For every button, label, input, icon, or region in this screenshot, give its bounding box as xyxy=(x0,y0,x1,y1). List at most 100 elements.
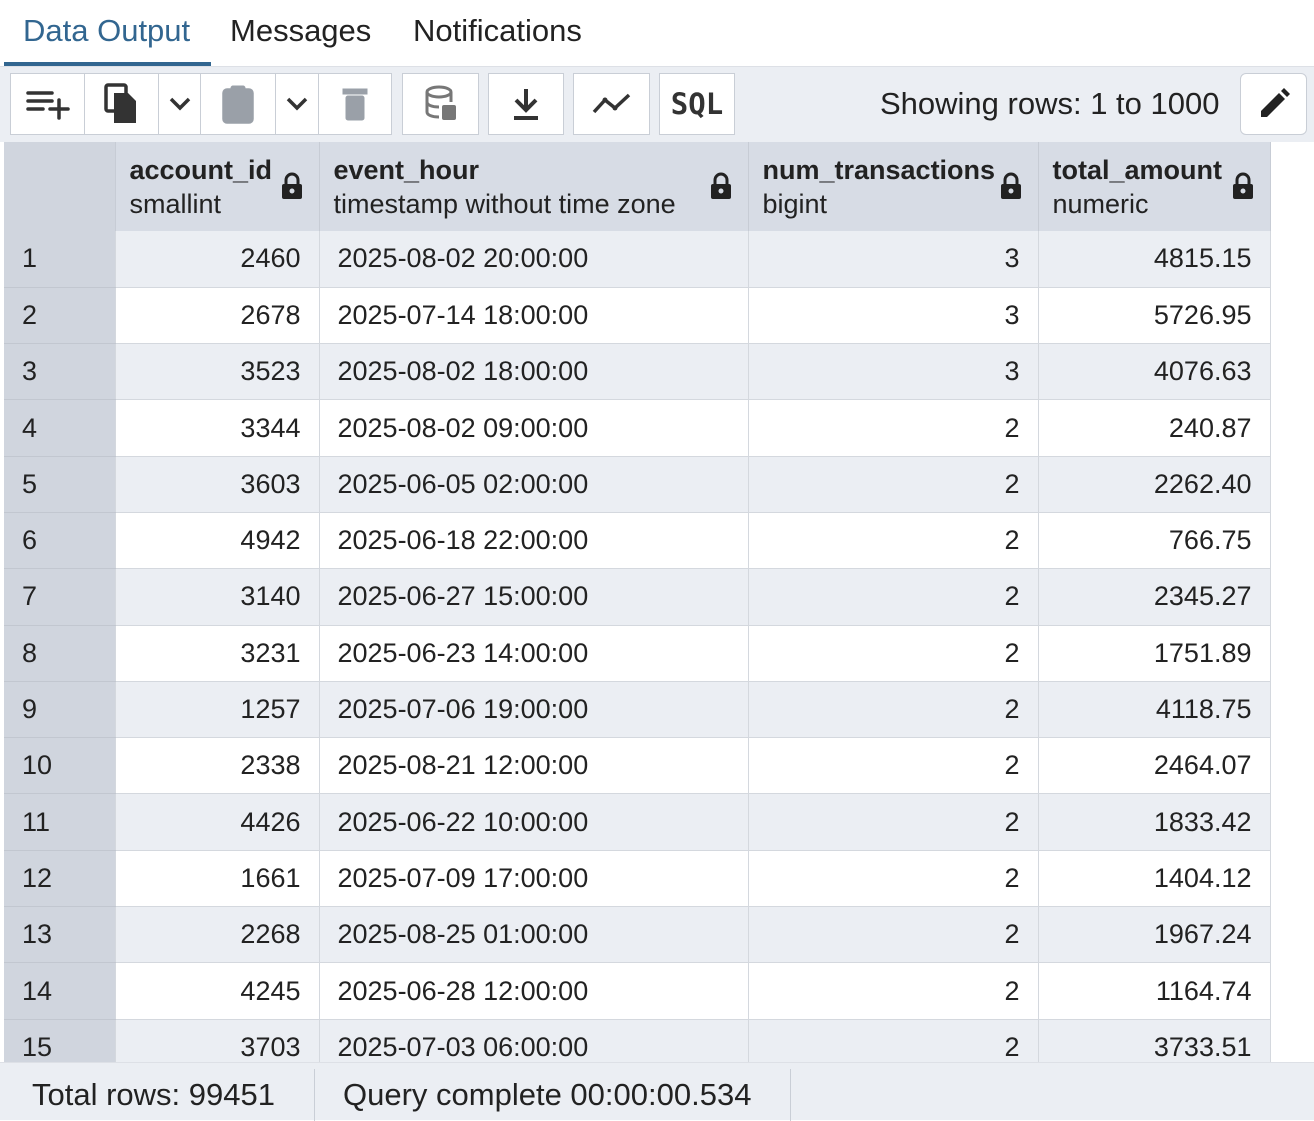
row-number[interactable]: 7 xyxy=(4,568,116,626)
cell-account-id[interactable]: 3140 xyxy=(115,568,320,626)
table-row[interactable]: 1 2460 2025-08-02 20:00:00 3 4815.15 xyxy=(4,231,1271,288)
cell-num-transactions[interactable]: 2 xyxy=(748,737,1039,795)
cell-total-amount[interactable]: 1833.42 xyxy=(1038,793,1271,851)
row-number[interactable]: 12 xyxy=(4,850,116,908)
tab-data-output[interactable]: Data Output xyxy=(23,12,190,50)
table-row[interactable]: 5 3603 2025-06-05 02:00:00 2 2262.40 xyxy=(4,456,1271,513)
row-number[interactable]: 15 xyxy=(4,1019,116,1062)
cell-account-id[interactable]: 3523 xyxy=(115,343,320,401)
cell-num-transactions[interactable]: 2 xyxy=(748,962,1039,1020)
cell-event-hour[interactable]: 2025-06-27 15:00:00 xyxy=(319,568,749,626)
cell-event-hour[interactable]: 2025-08-02 18:00:00 xyxy=(319,343,749,401)
cell-account-id[interactable]: 2460 xyxy=(115,231,320,288)
table-row[interactable]: 6 4942 2025-06-18 22:00:00 2 766.75 xyxy=(4,512,1271,570)
cell-event-hour[interactable]: 2025-07-06 19:00:00 xyxy=(319,681,749,739)
cell-event-hour[interactable]: 2025-06-18 22:00:00 xyxy=(319,512,749,570)
cell-total-amount[interactable]: 4118.75 xyxy=(1038,681,1271,739)
row-number[interactable]: 10 xyxy=(4,737,116,795)
cell-event-hour[interactable]: 2025-07-14 18:00:00 xyxy=(319,287,749,345)
cell-total-amount[interactable]: 2464.07 xyxy=(1038,737,1271,795)
download-button[interactable] xyxy=(488,73,564,135)
cell-total-amount[interactable]: 2345.27 xyxy=(1038,568,1271,626)
cell-account-id[interactable]: 1661 xyxy=(115,850,320,908)
add-row-button[interactable] xyxy=(10,73,85,135)
table-row[interactable]: 15 3703 2025-07-03 06:00:00 2 3733.51 xyxy=(4,1019,1271,1062)
row-number[interactable]: 8 xyxy=(4,625,116,682)
copy-button[interactable] xyxy=(84,73,159,135)
cell-account-id[interactable]: 3603 xyxy=(115,456,320,513)
column-header-num-transactions[interactable]: num_transactions bigint xyxy=(748,142,1039,231)
cell-account-id[interactable]: 4942 xyxy=(115,512,320,570)
cell-num-transactions[interactable]: 2 xyxy=(748,850,1039,908)
cell-event-hour[interactable]: 2025-06-23 14:00:00 xyxy=(319,625,749,682)
cell-event-hour[interactable]: 2025-07-03 06:00:00 xyxy=(319,1019,749,1062)
table-row[interactable]: 12 1661 2025-07-09 17:00:00 2 1404.12 xyxy=(4,850,1271,908)
cell-account-id[interactable]: 2268 xyxy=(115,906,320,964)
cell-num-transactions[interactable]: 2 xyxy=(748,793,1039,851)
save-data-button[interactable] xyxy=(402,73,479,135)
cell-num-transactions[interactable]: 2 xyxy=(748,512,1039,570)
cell-account-id[interactable]: 1257 xyxy=(115,681,320,739)
row-number[interactable]: 3 xyxy=(4,343,116,401)
cell-num-transactions[interactable]: 3 xyxy=(748,231,1039,288)
cell-num-transactions[interactable]: 2 xyxy=(748,625,1039,682)
cell-total-amount[interactable]: 4076.63 xyxy=(1038,343,1271,401)
cell-account-id[interactable]: 3703 xyxy=(115,1019,320,1062)
cell-event-hour[interactable]: 2025-06-05 02:00:00 xyxy=(319,456,749,513)
table-row[interactable]: 13 2268 2025-08-25 01:00:00 2 1967.24 xyxy=(4,906,1271,964)
cell-total-amount[interactable]: 5726.95 xyxy=(1038,287,1271,345)
cell-total-amount[interactable]: 1967.24 xyxy=(1038,906,1271,964)
row-number[interactable]: 14 xyxy=(4,962,116,1020)
cell-num-transactions[interactable]: 2 xyxy=(748,568,1039,626)
cell-account-id[interactable]: 4245 xyxy=(115,962,320,1020)
graph-visualiser-button[interactable] xyxy=(573,73,650,135)
tab-notifications[interactable]: Notifications xyxy=(413,12,582,50)
cell-num-transactions[interactable]: 2 xyxy=(748,456,1039,513)
row-number[interactable]: 9 xyxy=(4,681,116,739)
cell-account-id[interactable]: 2338 xyxy=(115,737,320,795)
cell-num-transactions[interactable]: 2 xyxy=(748,399,1039,457)
column-header-account-id[interactable]: account_id smallint xyxy=(115,142,320,231)
row-number[interactable]: 1 xyxy=(4,231,116,288)
cell-account-id[interactable]: 2678 xyxy=(115,287,320,345)
row-number[interactable]: 4 xyxy=(4,399,116,457)
cell-total-amount[interactable]: 1164.74 xyxy=(1038,962,1271,1020)
table-row[interactable]: 8 3231 2025-06-23 14:00:00 2 1751.89 xyxy=(4,625,1271,682)
cell-num-transactions[interactable]: 3 xyxy=(748,343,1039,401)
cell-event-hour[interactable]: 2025-06-28 12:00:00 xyxy=(319,962,749,1020)
row-number[interactable]: 6 xyxy=(4,512,116,570)
cell-event-hour[interactable]: 2025-08-21 12:00:00 xyxy=(319,737,749,795)
table-row[interactable]: 3 3523 2025-08-02 18:00:00 3 4076.63 xyxy=(4,343,1271,401)
cell-event-hour[interactable]: 2025-06-22 10:00:00 xyxy=(319,793,749,851)
cell-num-transactions[interactable]: 2 xyxy=(748,1019,1039,1062)
paste-options-dropdown[interactable] xyxy=(275,73,319,135)
table-row[interactable]: 10 2338 2025-08-21 12:00:00 2 2464.07 xyxy=(4,737,1271,795)
cell-num-transactions[interactable]: 2 xyxy=(748,681,1039,739)
paste-button[interactable] xyxy=(200,73,276,135)
table-row[interactable]: 9 1257 2025-07-06 19:00:00 2 4118.75 xyxy=(4,681,1271,739)
column-header-total-amount[interactable]: total_amount numeric xyxy=(1038,142,1271,231)
cell-total-amount[interactable]: 4815.15 xyxy=(1038,231,1271,288)
row-number[interactable]: 2 xyxy=(4,287,116,345)
cell-total-amount[interactable]: 1751.89 xyxy=(1038,625,1271,682)
cell-event-hour[interactable]: 2025-08-02 20:00:00 xyxy=(319,231,749,288)
table-row[interactable]: 14 4245 2025-06-28 12:00:00 2 1164.74 xyxy=(4,962,1271,1020)
row-number-header[interactable] xyxy=(4,142,116,231)
cell-account-id[interactable]: 3231 xyxy=(115,625,320,682)
cell-total-amount[interactable]: 240.87 xyxy=(1038,399,1271,457)
cell-num-transactions[interactable]: 3 xyxy=(748,287,1039,345)
cell-total-amount[interactable]: 2262.40 xyxy=(1038,456,1271,513)
sql-button[interactable]: SQL xyxy=(659,73,735,135)
tab-messages[interactable]: Messages xyxy=(230,12,371,50)
row-number[interactable]: 11 xyxy=(4,793,116,851)
cell-total-amount[interactable]: 766.75 xyxy=(1038,512,1271,570)
column-header-event-hour[interactable]: event_hour timestamp without time zone xyxy=(319,142,749,231)
cell-account-id[interactable]: 4426 xyxy=(115,793,320,851)
cell-event-hour[interactable]: 2025-08-02 09:00:00 xyxy=(319,399,749,457)
delete-button[interactable] xyxy=(318,73,392,135)
cell-total-amount[interactable]: 1404.12 xyxy=(1038,850,1271,908)
edit-rows-limit-button[interactable] xyxy=(1240,73,1307,135)
cell-account-id[interactable]: 3344 xyxy=(115,399,320,457)
table-row[interactable]: 7 3140 2025-06-27 15:00:00 2 2345.27 xyxy=(4,568,1271,626)
copy-options-dropdown[interactable] xyxy=(158,73,201,135)
